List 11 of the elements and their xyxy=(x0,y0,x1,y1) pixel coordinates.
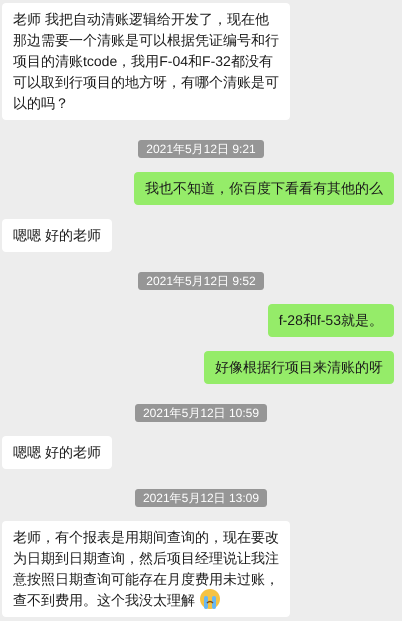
message-bubble: 老师，有个报表是用期间查询的，现在要改为日期到日期查询，然后项目经理说让我注意按照日期查询可能存在月度费用未过账，查不到费用。这个我没太理解 xyxy=(2,521,290,617)
message-bubble: f-28和f-53就是。 xyxy=(268,304,394,337)
message-bubble: 老师 我把自动清账逻辑给开发了，现在他那边需要一个清账是可以根据凭证编号和行项目的清账tcode，我用F-04和F-32都没有可以取到行项目的地方呀，有哪个清账是可以的吗？ xyxy=(2,3,290,120)
message-bubble: 嗯嗯 好的老师 xyxy=(2,219,112,252)
message-bubble: 好像根据行项目来清账的呀 xyxy=(204,351,394,384)
timestamp: 2021年5月12日 13:09 xyxy=(134,489,268,507)
message-bubble: 我也不知道，你百度下看看有其他的么 xyxy=(134,172,394,205)
timestamp: 2021年5月12日 9:21 xyxy=(138,140,264,158)
timestamp: 2021年5月12日 9:52 xyxy=(138,272,264,290)
message-bubble: 嗯嗯 好的老师 xyxy=(2,436,112,469)
timestamp: 2021年5月12日 10:59 xyxy=(134,404,268,422)
